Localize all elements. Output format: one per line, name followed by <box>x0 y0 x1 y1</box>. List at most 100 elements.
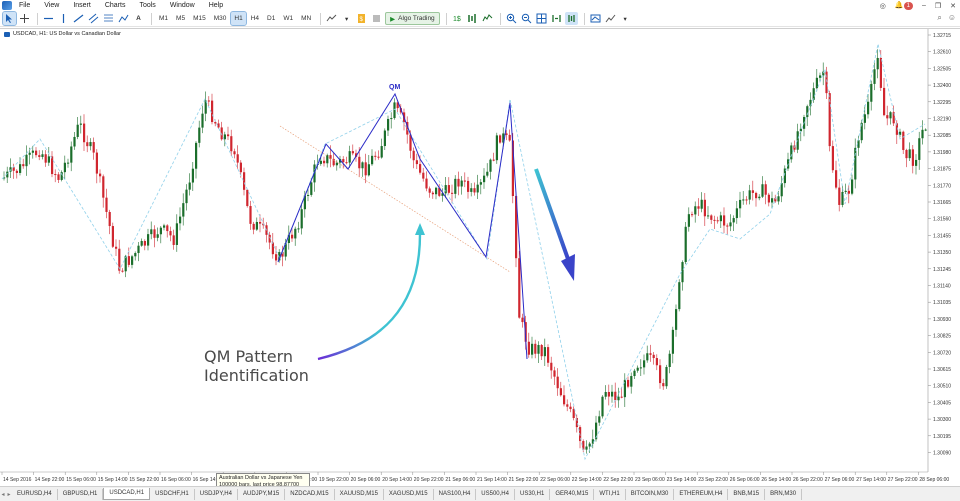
price-label: 1.31980 <box>933 150 951 156</box>
menu-file[interactable]: File <box>14 2 39 9</box>
candle-body <box>755 192 758 199</box>
candle-body <box>345 162 348 164</box>
objects-icon[interactable]: $ <box>355 12 368 25</box>
candle-body <box>707 215 710 217</box>
candle-body <box>556 376 559 389</box>
candle-body <box>639 367 642 369</box>
price-chart[interactable]: 1.32715 1.32610 1.32505 1.32400 1.32295 1.321… <box>0 29 960 487</box>
chart-tab[interactable]: USDCHF,H1 <box>150 488 195 500</box>
zoom-in-icon[interactable] <box>505 12 518 25</box>
timeframe-m1[interactable]: M1 <box>156 12 171 25</box>
template-icon[interactable] <box>370 12 383 25</box>
candle-body <box>89 142 92 147</box>
shift-icon[interactable] <box>564 12 578 25</box>
chart-tab[interactable]: XAUUSD,M15 <box>335 488 384 500</box>
chevron-down-icon[interactable]: ▾ <box>619 12 632 25</box>
signals-icon[interactable] <box>481 12 494 25</box>
menu-window[interactable]: Window <box>165 2 204 9</box>
chart-tab[interactable]: BRN,M30 <box>765 488 803 500</box>
indicator-icon[interactable] <box>325 12 338 25</box>
candle-body <box>764 184 767 195</box>
channel-icon[interactable] <box>87 12 100 25</box>
candle-body <box>492 159 495 161</box>
candle-body <box>732 218 735 223</box>
autoscroll-icon[interactable] <box>550 12 563 25</box>
community-icon[interactable]: ◎ <box>880 2 886 10</box>
candle-body <box>924 129 927 131</box>
toolbar: A M1 M5 M15 M30 H1 H4 D1 W1 MN ▾ $ ▶ Alg… <box>0 11 960 27</box>
chart-tab[interactable]: GER40,M15 <box>550 488 595 500</box>
candle-body <box>771 198 774 203</box>
chart-title: USDCAD, H1: US Dollar vs Canadian Dollar <box>4 31 121 37</box>
timeframe-h1[interactable]: H1 <box>230 11 247 26</box>
menu-tools[interactable]: Tools <box>134 2 164 9</box>
shapes-icon[interactable] <box>117 12 130 25</box>
grid-icon[interactable] <box>535 12 548 25</box>
chart-tab[interactable]: GBPUSD,H1 <box>58 488 104 500</box>
candle-body <box>377 156 380 158</box>
user-icon[interactable]: ☺ <box>948 13 956 23</box>
trendline-icon[interactable] <box>72 12 85 25</box>
price-label: 1.31875 <box>933 167 951 173</box>
timeframe-w1[interactable]: W1 <box>280 12 296 25</box>
chart-tab[interactable]: USDCAD,H1 <box>103 488 151 500</box>
chart-tab[interactable]: EURUSD,H4 <box>12 488 58 500</box>
cursor-icon[interactable] <box>2 11 17 26</box>
candle-body <box>156 234 159 238</box>
candle-body <box>41 154 44 157</box>
price-label: 1.31560 <box>933 217 951 223</box>
chart-tab[interactable]: US500,H4 <box>476 488 515 500</box>
timeframe-d1[interactable]: D1 <box>264 12 278 25</box>
search-icon[interactable]: ⌕ <box>937 13 941 23</box>
chart-tab[interactable]: BITCOIN,M30 <box>626 488 675 500</box>
chart-tab[interactable]: WTI,H1 <box>594 488 626 500</box>
candle-body <box>655 358 658 366</box>
time-label: 15 Sep 22:00 <box>129 477 159 483</box>
menu-charts[interactable]: Charts <box>100 2 135 9</box>
candle-body <box>611 391 614 397</box>
minimize-icon[interactable]: – <box>922 2 926 9</box>
timeframe-m5[interactable]: M5 <box>173 12 188 25</box>
chart-tab[interactable]: ETHEREUM,H4 <box>674 488 729 500</box>
toolbar-separator <box>499 12 501 25</box>
properties-icon[interactable] <box>589 12 602 25</box>
algo-trading-button[interactable]: ▶ Algo Trading <box>385 12 440 25</box>
candle-body <box>44 154 47 163</box>
candle-body <box>99 173 102 177</box>
chart-tab[interactable]: AUDJPY,M15 <box>238 488 286 500</box>
chevron-down-icon[interactable]: ▾ <box>340 12 353 25</box>
chart-tab[interactable]: US30,H1 <box>515 488 551 500</box>
chart-window[interactable]: 1.32715 1.32610 1.32505 1.32400 1.32295 1.321… <box>0 28 960 491</box>
candle-body <box>223 134 226 140</box>
restore-icon[interactable]: ❐ <box>935 2 941 10</box>
price-label: 1.31770 <box>933 183 951 189</box>
chart-tab[interactable]: USDJPY,H4 <box>195 488 238 500</box>
menu-insert[interactable]: Insert <box>68 2 100 9</box>
timeframe-mn[interactable]: MN <box>298 12 314 25</box>
one-click-icon[interactable]: 1$ <box>451 12 464 25</box>
depth-icon[interactable] <box>466 12 479 25</box>
fibo-icon[interactable] <box>102 12 115 25</box>
crosshair-icon[interactable] <box>18 12 31 25</box>
hline-icon[interactable] <box>42 12 55 25</box>
close-icon[interactable]: ✕ <box>950 2 956 10</box>
menu-help[interactable]: Help <box>204 2 232 9</box>
chart-tab[interactable]: NAS100,H4 <box>434 488 477 500</box>
timeframe-m15[interactable]: M15 <box>190 12 209 25</box>
timeframe-m30[interactable]: M30 <box>211 12 230 25</box>
candle-body <box>543 347 546 357</box>
chart-tab[interactable]: BNB,M15 <box>728 488 766 500</box>
candle-body <box>761 184 764 197</box>
time-label: 14 Sep 22:00 <box>35 477 65 483</box>
menu-view[interactable]: View <box>39 2 68 9</box>
chart-settings-icon[interactable] <box>604 12 617 25</box>
vline-icon[interactable] <box>57 12 70 25</box>
notifications-icon[interactable]: 🔔 1 <box>895 1 913 10</box>
text-icon[interactable]: A <box>132 12 145 25</box>
timeframe-h4[interactable]: H4 <box>248 12 262 25</box>
chart-tab[interactable]: NZDCAD,M15 <box>285 488 335 500</box>
zoom-out-icon[interactable] <box>520 12 533 25</box>
chart-tab[interactable]: XAGUSD,M15 <box>384 488 434 500</box>
candle-body <box>54 174 57 176</box>
notification-badge: 1 <box>903 2 913 10</box>
